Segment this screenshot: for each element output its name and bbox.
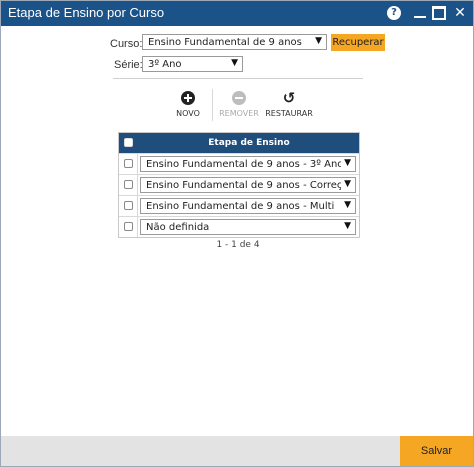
table-row: Ensino Fundamental de 9 anos - Correção … <box>119 174 359 195</box>
etapa-select-value: Ensino Fundamental de 9 anos - Multi <box>146 201 335 212</box>
novo-label: NOVO <box>176 109 200 118</box>
etapa-select-value: Ensino Fundamental de 9 anos - 3º Ano <box>146 159 341 170</box>
row-checkbox[interactable] <box>124 222 133 231</box>
etapa-select[interactable]: Ensino Fundamental de 9 anos - Multi ▼ <box>140 198 356 214</box>
chevron-down-icon: ▼ <box>344 158 351 168</box>
table-row: Ensino Fundamental de 9 anos - 3º Ano ▼ <box>119 153 359 174</box>
close-icon[interactable]: ✕ <box>453 6 467 20</box>
select-all-checkbox[interactable] <box>124 138 133 147</box>
etapa-select[interactable]: Não definida ▼ <box>140 219 356 235</box>
remover-button[interactable]: REMOVER <box>214 91 264 118</box>
chevron-down-icon: ▼ <box>344 221 351 231</box>
divider <box>113 78 363 79</box>
etapa-select[interactable]: Ensino Fundamental de 9 anos - 3º Ano ▼ <box>140 156 356 172</box>
title-bar: Etapa de Ensino por Curso ? ✕ <box>1 1 473 26</box>
plus-circle-icon <box>181 91 195 105</box>
restaurar-label: RESTAURAR <box>265 109 313 118</box>
minus-circle-icon <box>232 91 246 105</box>
window-title: Etapa de Ensino por Curso <box>8 5 165 20</box>
minimize-icon[interactable] <box>413 6 427 20</box>
salvar-button[interactable]: Salvar <box>400 436 473 466</box>
dialog-footer: Salvar <box>1 436 473 466</box>
grid-header-label: Etapa de Ensino <box>208 138 290 148</box>
recuperar-button[interactable]: Recuperar <box>331 34 385 51</box>
restore-icon: ↺ <box>282 89 296 107</box>
table-row: Não definida ▼ <box>119 216 359 237</box>
grid-header: Etapa de Ensino <box>119 133 359 153</box>
curso-select[interactable]: Ensino Fundamental de 9 anos ▼ <box>142 34 327 50</box>
remover-label: REMOVER <box>219 109 259 118</box>
etapa-select[interactable]: Ensino Fundamental de 9 anos - Correção … <box>140 177 356 193</box>
etapa-grid: Etapa de Ensino Ensino Fundamental de 9 … <box>118 132 360 238</box>
serie-select[interactable]: 3º Ano ▼ <box>142 56 243 72</box>
toolbar-divider <box>212 89 213 121</box>
chevron-down-icon: ▼ <box>344 200 351 210</box>
row-checkbox[interactable] <box>124 180 133 189</box>
maximize-icon[interactable] <box>432 6 446 20</box>
curso-label: Curso: <box>110 38 143 50</box>
chevron-down-icon: ▼ <box>231 58 238 68</box>
row-checkbox[interactable] <box>124 159 133 168</box>
column-divider <box>137 217 138 237</box>
column-divider <box>137 175 138 195</box>
pager-text: 1 - 1 de 4 <box>216 240 260 250</box>
etapa-select-value: Ensino Fundamental de 9 anos - Correção … <box>146 180 341 191</box>
serie-label: Série: <box>114 59 143 71</box>
row-checkbox[interactable] <box>124 201 133 210</box>
chevron-down-icon: ▼ <box>315 36 322 46</box>
curso-select-value: Ensino Fundamental de 9 anos <box>148 37 302 48</box>
etapa-select-value: Não definida <box>146 222 210 233</box>
dialog-window: Etapa de Ensino por Curso ? ✕ Curso: Ens… <box>0 0 474 467</box>
table-row: Ensino Fundamental de 9 anos - Multi ▼ <box>119 195 359 216</box>
restaurar-button[interactable]: ↺ RESTAURAR <box>264 89 314 119</box>
help-icon[interactable]: ? <box>387 6 401 20</box>
novo-button[interactable]: NOVO <box>163 91 213 118</box>
serie-select-value: 3º Ano <box>148 59 182 70</box>
column-divider <box>137 196 138 216</box>
column-divider <box>137 154 138 174</box>
chevron-down-icon: ▼ <box>344 179 351 189</box>
